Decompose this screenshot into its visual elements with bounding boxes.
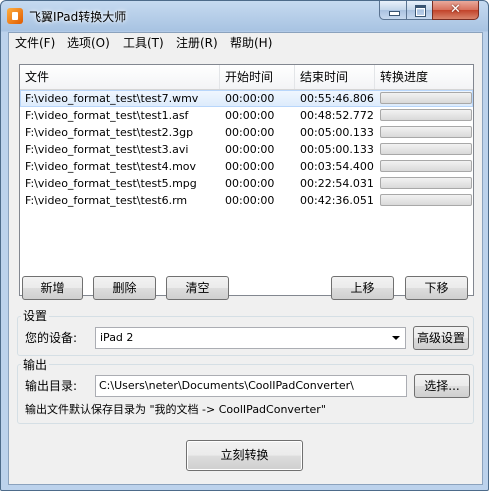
file-path-cell: F:\video_format_test\test2.3gp [25,126,194,139]
close-icon: ✕ [450,2,461,17]
settings-group-label: 设置 [21,309,50,323]
progress-cell [375,192,473,209]
app-window: 飞翼IPad转换大师 ✕ 文件(F) 选项(O) 工具(T) 注册(R) 帮助(… [0,0,489,491]
chevron-down-icon [392,336,400,340]
end-time-cell: 00:42:36.051 [300,194,374,207]
column-header-progress[interactable]: 转换进度 [375,65,473,89]
start-time-cell: 00:00:00 [225,194,275,207]
end-time-cell: 00:05:00.133 [300,126,374,139]
file-path-cell: F:\video_format_test\test3.avi [25,143,189,156]
progress-bar [380,126,472,138]
move-down-button[interactable]: 下移 [405,276,468,300]
clear-button[interactable]: 清空 [166,276,229,300]
minimize-button[interactable] [379,1,407,20]
table-row[interactable]: F:\video_format_test\test7.wmv 00:00:00 00… [20,90,473,107]
output-dir-value: C:\Users\neter\Documents\CoolIPadConvert… [99,379,354,392]
menu-register[interactable]: 注册(R) [176,35,218,51]
progress-cell [375,90,473,107]
progress-bar [380,177,472,189]
start-time-cell: 00:00:00 [225,177,275,190]
end-time-cell: 00:03:54.400 [300,160,374,173]
file-path-cell: F:\video_format_test\test4.mov [25,160,197,173]
progress-bar [380,143,472,155]
file-path-cell: F:\video_format_test\test7.wmv [25,92,199,105]
file-path-cell: F:\video_format_test\test6.rm [25,194,188,207]
file-path-cell: F:\video_format_test\test1.asf [25,109,189,122]
menu-options[interactable]: 选项(O) [67,35,110,51]
client-area: 文件(F) 选项(O) 工具(T) 注册(R) 帮助(H) 文件 开始时间 结束… [8,32,483,485]
maximize-button[interactable] [406,1,433,20]
menu-tools[interactable]: 工具(T) [123,35,164,51]
column-header-file[interactable]: 文件 [20,65,220,89]
progress-bar [380,109,472,121]
start-time-cell: 00:00:00 [225,92,275,105]
close-button[interactable]: ✕ [432,1,479,20]
output-note: 输出文件默认保存目录为 "我的文档 -> CoolIPadConverter" [25,403,326,416]
delete-button[interactable]: 删除 [93,276,156,300]
progress-cell [375,107,473,124]
device-select-value: iPad 2 [100,331,134,344]
device-label: 您的设备: [25,331,78,345]
output-group-label: 输出 [21,358,50,372]
file-list[interactable]: 文件 开始时间 结束时间 转换进度 F:\video_format_test\t… [19,64,474,296]
maximize-icon [415,5,426,17]
table-row[interactable]: F:\video_format_test\test2.3gp 00:00:00 00… [20,124,473,141]
convert-now-button[interactable]: 立刻转换 [186,440,303,471]
column-header-end[interactable]: 结束时间 [295,65,375,89]
start-time-cell: 00:00:00 [225,109,275,122]
title-bar[interactable]: 飞翼IPad转换大师 ✕ [1,1,488,31]
progress-cell [375,124,473,141]
menu-file[interactable]: 文件(F) [15,35,55,51]
file-list-header: 文件 开始时间 结束时间 转换进度 [20,65,473,90]
start-time-cell: 00:00:00 [225,126,275,139]
output-dir-field[interactable]: C:\Users\neter\Documents\CoolIPadConvert… [95,375,407,397]
file-path-cell: F:\video_format_test\test5.mpg [25,177,197,190]
end-time-cell: 00:05:00.133 [300,143,374,156]
window-title: 飞翼IPad转换大师 [29,10,127,24]
start-time-cell: 00:00:00 [225,160,275,173]
move-up-button[interactable]: 上移 [331,276,394,300]
progress-cell [375,175,473,192]
advanced-settings-button[interactable]: 高级设置 [413,326,469,350]
table-row[interactable]: F:\video_format_test\test1.asf 00:00:00 00… [20,107,473,124]
start-time-cell: 00:00:00 [225,143,275,156]
output-dir-label: 输出目录: [25,379,78,393]
app-icon [7,8,23,24]
table-row[interactable]: F:\video_format_test\test3.avi 00:00:00 00… [20,141,473,158]
end-time-cell: 00:55:46.806 [300,92,374,105]
progress-bar [380,194,472,206]
progress-cell [375,141,473,158]
device-select[interactable]: iPad 2 [95,327,406,349]
menu-help[interactable]: 帮助(H) [230,35,272,51]
column-header-start[interactable]: 开始时间 [220,65,295,89]
browse-button[interactable]: 选择... [414,374,470,398]
progress-bar [380,160,472,172]
table-row[interactable]: F:\video_format_test\test5.mpg 00:00:00 00… [20,175,473,192]
add-button[interactable]: 新增 [22,276,83,300]
minimize-icon [389,11,400,16]
menu-bar: 文件(F) 选项(O) 工具(T) 注册(R) 帮助(H) [9,33,482,53]
end-time-cell: 00:22:54.031 [300,177,374,190]
table-row[interactable]: F:\video_format_test\test6.rm 00:00:00 00:… [20,192,473,209]
progress-cell [375,158,473,175]
progress-bar [380,92,472,104]
end-time-cell: 00:48:52.772 [300,109,374,122]
table-row[interactable]: F:\video_format_test\test4.mov 00:00:00 00… [20,158,473,175]
